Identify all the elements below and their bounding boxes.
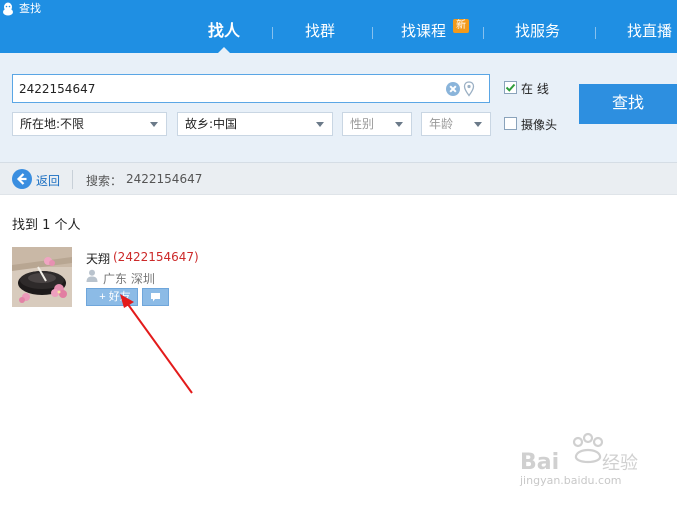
watermark-url: jingyan.baidu.com	[520, 474, 622, 487]
back-link[interactable]: 返回	[36, 172, 60, 189]
qq-penguin-icon	[3, 2, 13, 16]
app-title: 查找	[19, 2, 41, 15]
gender-select[interactable]: 性别	[342, 112, 412, 136]
tab-divider	[595, 27, 596, 39]
tab-find-courses[interactable]: 找课程	[401, 18, 446, 53]
tab-find-people[interactable]: 找人	[208, 18, 240, 53]
tab-find-services[interactable]: 找服务	[515, 18, 560, 53]
result-count: 找到 1 个人	[12, 218, 81, 233]
chevron-down-icon	[474, 122, 482, 127]
qq-number: (2422154647)	[113, 250, 199, 264]
age-select-value: 年龄	[429, 117, 454, 131]
search-input[interactable]	[19, 79, 439, 99]
svg-text:Bai: Bai	[520, 450, 559, 475]
header-bar: 查找 找人 找群 找课程 新 找服务 找直播	[0, 0, 677, 53]
tab-divider	[272, 27, 273, 39]
breadcrumb-divider	[72, 170, 73, 189]
chevron-down-icon	[395, 122, 403, 127]
svg-text:经验: 经验	[602, 453, 638, 474]
contact-location: 广东 深圳	[103, 272, 155, 286]
checkmark-icon	[505, 83, 516, 92]
camera-checkbox[interactable]	[504, 117, 517, 130]
gender-select-value: 性别	[350, 117, 375, 131]
search-panel: 在 线 摄像头 查找 所在地:不限 故乡:中国 性别 年龄	[0, 53, 677, 162]
avatar[interactable]	[12, 247, 72, 307]
online-checkbox[interactable]	[504, 81, 517, 94]
new-badge: 新	[453, 19, 469, 33]
contact-name[interactable]: 天翔	[86, 250, 110, 267]
search-button[interactable]: 查找	[579, 84, 677, 124]
online-label: 在 线	[521, 82, 549, 96]
breadcrumb: 返回 搜索： 2422154647	[0, 162, 677, 195]
search-prefix-label: 搜索：	[86, 174, 123, 188]
chevron-down-icon	[316, 122, 324, 127]
location-pin-icon[interactable]	[463, 81, 475, 97]
search-box	[12, 74, 490, 103]
chevron-down-icon	[150, 122, 158, 127]
location-select-value: 所在地:不限	[20, 117, 85, 131]
tab-divider	[372, 27, 373, 39]
hometown-select[interactable]: 故乡:中国	[177, 112, 333, 136]
back-arrow-icon[interactable]	[12, 169, 32, 189]
age-select[interactable]: 年龄	[421, 112, 491, 136]
add-friend-button[interactable]: + 好友	[86, 288, 138, 306]
tab-find-live[interactable]: 找直播	[627, 18, 672, 53]
camera-label: 摄像头	[521, 118, 558, 132]
tab-find-groups[interactable]: 找群	[305, 18, 335, 53]
location-select[interactable]: 所在地:不限	[12, 112, 167, 136]
tab-divider	[483, 27, 484, 39]
hometown-select-value: 故乡:中国	[185, 117, 238, 131]
chat-bubble-icon	[151, 293, 160, 302]
search-term: 2422154647	[126, 172, 203, 186]
person-icon	[86, 269, 98, 282]
nav-tabs: 找人 找群 找课程 新 找服务 找直播	[0, 18, 677, 53]
message-button[interactable]	[142, 288, 169, 306]
clear-icon[interactable]	[446, 82, 460, 96]
